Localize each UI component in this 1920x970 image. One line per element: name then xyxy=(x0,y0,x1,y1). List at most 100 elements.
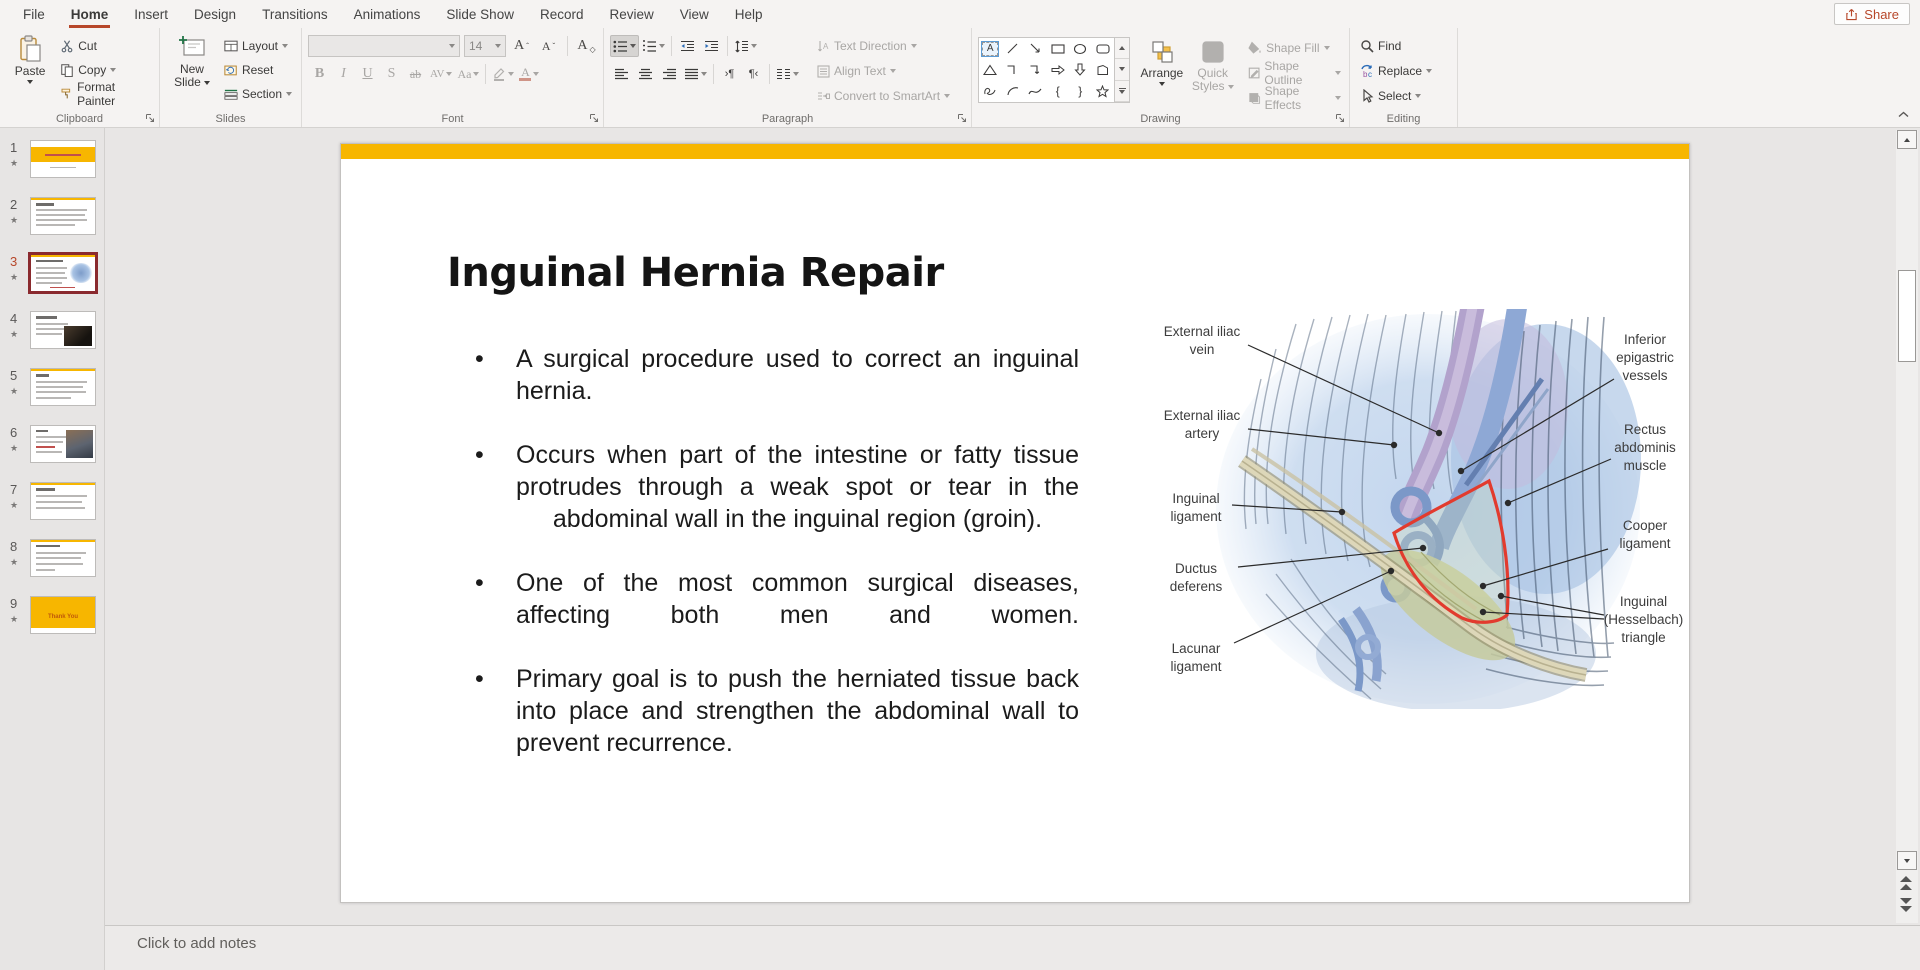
layout-button[interactable]: Layout xyxy=(220,35,296,57)
cut-button[interactable]: Cut xyxy=(56,35,154,57)
italic-button[interactable]: I xyxy=(332,63,355,85)
find-button[interactable]: Find xyxy=(1356,35,1436,57)
curve-shape[interactable] xyxy=(1024,81,1046,101)
line-shape[interactable] xyxy=(1002,39,1024,59)
tab-review[interactable]: Review xyxy=(596,0,666,28)
slide-thumbnail-image[interactable] xyxy=(30,539,96,577)
line-spacing-button[interactable] xyxy=(732,35,759,57)
oval-shape[interactable] xyxy=(1069,39,1091,59)
format-painter-button[interactable]: Format Painter xyxy=(56,83,154,105)
reset-button[interactable]: Reset xyxy=(220,59,296,81)
convert-to-smartart-button[interactable]: Convert to SmartArt xyxy=(813,85,954,107)
right-block-arrow-shape[interactable] xyxy=(1047,60,1069,80)
replace-button[interactable]: b c Replace xyxy=(1356,60,1436,82)
shape-effects-button[interactable]: Shape Effects xyxy=(1244,87,1345,109)
thumbnail-slide-5[interactable]: 5★ xyxy=(0,368,104,406)
align-center-button[interactable] xyxy=(634,63,657,85)
increase-indent-button[interactable] xyxy=(700,35,723,57)
shape-outline-button[interactable]: Shape Outline xyxy=(1244,62,1345,84)
section-button[interactable]: Section xyxy=(220,83,296,105)
left-brace-shape[interactable]: { xyxy=(1047,81,1069,101)
clear-formatting-button[interactable]: A◇ xyxy=(575,35,598,57)
tab-insert[interactable]: Insert xyxy=(121,0,181,28)
slide-thumbnail-image[interactable] xyxy=(30,311,96,349)
change-case-button[interactable]: Aa xyxy=(455,63,481,85)
slide-thumbnail-image[interactable]: Thank You xyxy=(30,596,96,634)
ltr-paragraph-button[interactable]: ›¶ xyxy=(718,63,741,85)
slide-thumbnail-image[interactable] xyxy=(30,425,96,463)
next-slide-button[interactable] xyxy=(1899,898,1913,914)
rounded-rectangle-shape[interactable] xyxy=(1092,39,1114,59)
arrange-button[interactable]: Arrange xyxy=(1138,37,1185,86)
font-dialog-launcher[interactable] xyxy=(587,111,600,124)
numbering-button[interactable] xyxy=(640,35,667,57)
rtl-paragraph-button[interactable]: ¶‹ xyxy=(742,63,765,85)
shrink-font-button[interactable]: Aˇ xyxy=(537,35,560,57)
tab-help[interactable]: Help xyxy=(722,0,776,28)
slide-thumbnail-image[interactable] xyxy=(30,368,96,406)
tab-home[interactable]: Home xyxy=(58,0,122,28)
thumbnail-slide-1[interactable]: 1★ xyxy=(0,140,104,178)
scroll-up-button[interactable] xyxy=(1897,130,1917,149)
underline-button[interactable]: U xyxy=(356,63,379,85)
bold-button[interactable]: B xyxy=(308,63,331,85)
clipboard-dialog-launcher[interactable] xyxy=(143,111,156,124)
freeform-shape[interactable] xyxy=(1092,60,1114,80)
scrollbar-thumb[interactable] xyxy=(1898,270,1916,362)
slide-thumbnail-image[interactable] xyxy=(30,482,96,520)
shape-fill-button[interactable]: Shape Fill xyxy=(1244,37,1345,59)
right-brace-shape[interactable]: } xyxy=(1069,81,1091,101)
slide-body-textbox[interactable]: A surgical procedure used to correct an … xyxy=(475,343,1079,791)
slide-canvas[interactable]: Inguinal Hernia Repair A surgical proced… xyxy=(340,143,1690,903)
align-right-button[interactable] xyxy=(658,63,681,85)
new-slide-button[interactable]: New Slide xyxy=(166,33,218,109)
paragraph-dialog-launcher[interactable] xyxy=(955,111,968,124)
anatomy-diagram-image[interactable]: External iliac vein External iliac arter… xyxy=(1156,309,1691,709)
arc-shape[interactable] xyxy=(1002,81,1024,101)
tab-slide-show[interactable]: Slide Show xyxy=(433,0,527,28)
triangle-shape[interactable] xyxy=(979,60,1001,80)
character-spacing-button[interactable]: AV xyxy=(428,63,454,85)
slide-thumbnail-image[interactable] xyxy=(30,197,96,235)
bullets-button[interactable] xyxy=(610,35,639,57)
grow-font-button[interactable]: Aˆ xyxy=(510,35,533,57)
copy-button[interactable]: Copy xyxy=(56,59,154,81)
drawing-dialog-launcher[interactable] xyxy=(1333,111,1346,124)
tab-view[interactable]: View xyxy=(667,0,722,28)
strikethrough-button[interactable]: ab xyxy=(404,63,427,85)
columns-button[interactable] xyxy=(774,63,801,85)
thumbnail-slide-3-selected[interactable]: 3★ xyxy=(0,254,104,292)
font-name-combobox[interactable] xyxy=(308,35,460,57)
arrow-shape[interactable] xyxy=(1024,39,1046,59)
thumbnail-slide-7[interactable]: 7★ xyxy=(0,482,104,520)
star-shape[interactable] xyxy=(1092,81,1114,101)
tab-record[interactable]: Record xyxy=(527,0,597,28)
thumbnail-slide-8[interactable]: 8★ xyxy=(0,539,104,577)
thumbnail-slide-4[interactable]: 4★ xyxy=(0,311,104,349)
slide-title-textbox[interactable]: Inguinal Hernia Repair xyxy=(447,250,944,296)
tab-file[interactable]: File xyxy=(10,0,58,28)
paste-button[interactable]: Paste xyxy=(6,33,54,109)
slide-accent-bar[interactable] xyxy=(341,144,1689,159)
decrease-indent-button[interactable] xyxy=(676,35,699,57)
thumbnail-slide-9[interactable]: 9★ Thank You xyxy=(0,596,104,634)
share-button[interactable]: Share xyxy=(1834,3,1910,25)
tab-animations[interactable]: Animations xyxy=(341,0,434,28)
slide-thumbnail-image[interactable] xyxy=(30,254,96,292)
align-left-button[interactable] xyxy=(610,63,633,85)
previous-slide-button[interactable] xyxy=(1899,876,1913,892)
elbow-arrow-connector-shape[interactable] xyxy=(1024,60,1046,80)
text-direction-button[interactable]: A Text Direction xyxy=(813,35,954,57)
tab-design[interactable]: Design xyxy=(181,0,249,28)
font-size-combobox[interactable]: 14 xyxy=(464,35,506,57)
collapse-ribbon-button[interactable] xyxy=(1894,106,1912,122)
rectangle-shape[interactable] xyxy=(1047,39,1069,59)
text-box-shape[interactable]: A xyxy=(982,42,998,56)
thumbnail-slide-6[interactable]: 6★ xyxy=(0,425,104,463)
notes-pane[interactable]: Click to add notes xyxy=(105,925,1920,970)
down-block-arrow-shape[interactable] xyxy=(1069,60,1091,80)
align-text-button[interactable]: Align Text xyxy=(813,60,954,82)
shape-gallery-up-button[interactable] xyxy=(1115,38,1129,59)
thumbnail-slide-2[interactable]: 2★ xyxy=(0,197,104,235)
text-shadow-button[interactable]: S xyxy=(380,63,403,85)
